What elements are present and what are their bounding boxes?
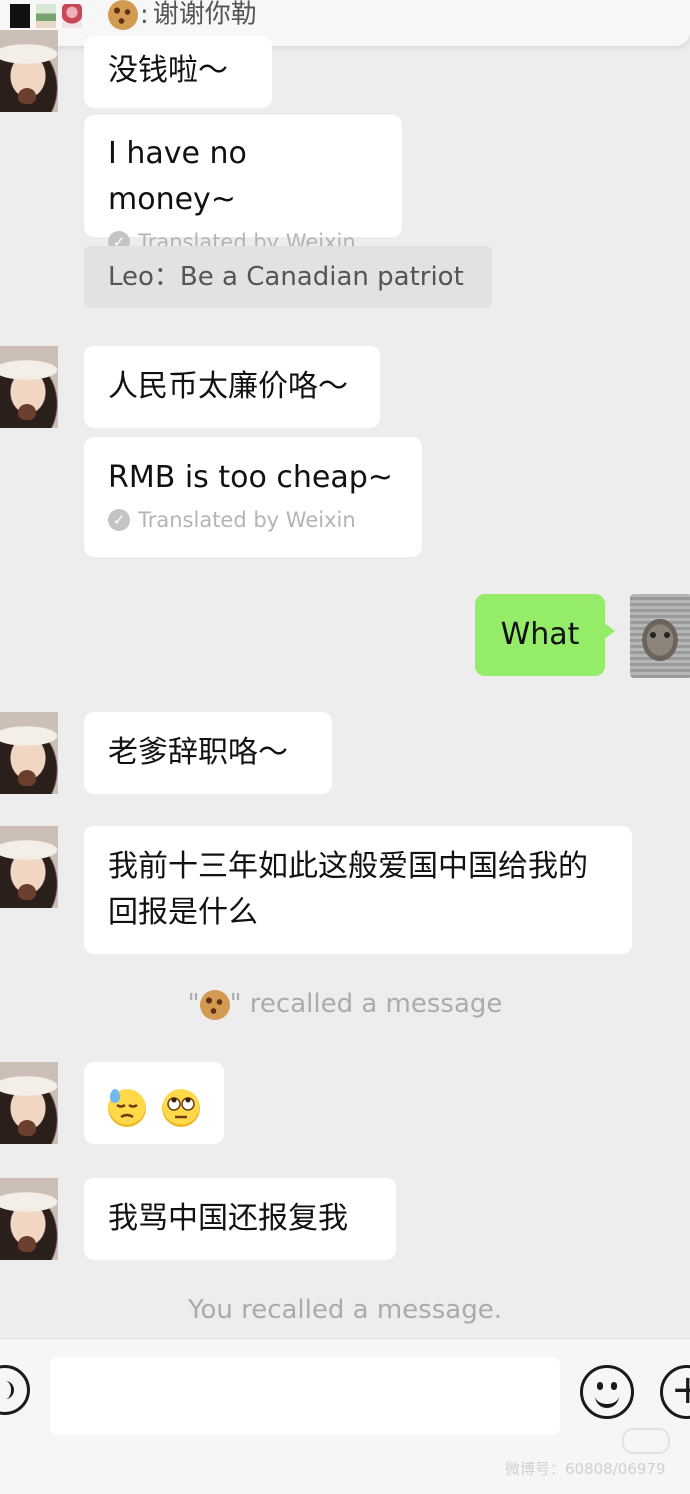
translation-bubble[interactable]: RMB is too cheap~ ✓ Translated by Weixin <box>84 437 422 557</box>
group-avatar-1 <box>10 4 30 28</box>
cookie-emoji-icon <box>108 0 138 30</box>
message-text: 人民币太廉价咯～ <box>108 369 348 404</box>
my-avatar[interactable] <box>630 594 690 678</box>
message-bubble[interactable]: 我前十三年如此这般爱国中国给我的 回报是什么 <box>84 826 632 954</box>
message-bubble[interactable]: 老爹辞职咯～ <box>84 712 332 794</box>
quoted-message[interactable]: Leo：Be a Canadian patriot <box>84 246 492 308</box>
message-text-line-1: 我前十三年如此这般爱国中国给我的 <box>108 849 588 884</box>
message-input[interactable] <box>50 1357 560 1435</box>
message-text: 老爹辞职咯～ <box>108 735 288 770</box>
message-bubble[interactable]: 我骂中国还报复我 <box>84 1178 396 1260</box>
cookie-emoji-icon <box>199 989 230 1020</box>
message-bubble[interactable]: 人民币太廉价咯～ <box>84 346 380 428</box>
message-text: 没钱啦～ <box>108 53 228 88</box>
contact-avatar[interactable] <box>0 346 58 428</box>
translated-by-label: ✓ Translated by Weixin <box>108 507 398 533</box>
group-avatar-3 <box>62 4 82 28</box>
watermark-badge <box>622 1428 670 1454</box>
translation-text: RMB is too cheap~ <box>108 460 393 495</box>
message-text-line-2: 回报是什么 <box>108 895 258 930</box>
translation-bubble[interactable]: I have no money~ ✓ Translated by Weixin <box>84 115 402 254</box>
group-avatar-2 <box>36 4 56 28</box>
contact-avatar[interactable] <box>0 30 58 112</box>
watermark: 微博号：60808/06979 <box>505 1460 666 1478</box>
check-icon: ✓ <box>108 509 130 531</box>
contact-avatar[interactable] <box>0 826 58 908</box>
contact-avatar[interactable] <box>0 1178 58 1260</box>
message-bubble[interactable]: 没钱啦～ <box>84 36 272 108</box>
contact-avatar[interactable] <box>0 712 58 794</box>
emoji-picker-icon[interactable] <box>580 1365 634 1419</box>
message-text: 我骂中国还报复我 <box>108 1201 348 1236</box>
translation-text: I have no money~ <box>108 136 247 217</box>
message-text: What <box>500 617 580 652</box>
self-recall-notice: You recalled a message. <box>188 1295 502 1325</box>
banner-message: : 谢谢你勒 <box>108 0 257 30</box>
my-message-bubble[interactable]: What <box>475 594 615 676</box>
eye-roll-emoji-icon <box>161 1088 200 1127</box>
contact-avatar[interactable] <box>0 1062 58 1144</box>
recall-notice: " " recalled a message <box>187 989 503 1020</box>
sweat-face-emoji-icon <box>108 1088 146 1127</box>
message-bubble[interactable] <box>84 1062 224 1144</box>
